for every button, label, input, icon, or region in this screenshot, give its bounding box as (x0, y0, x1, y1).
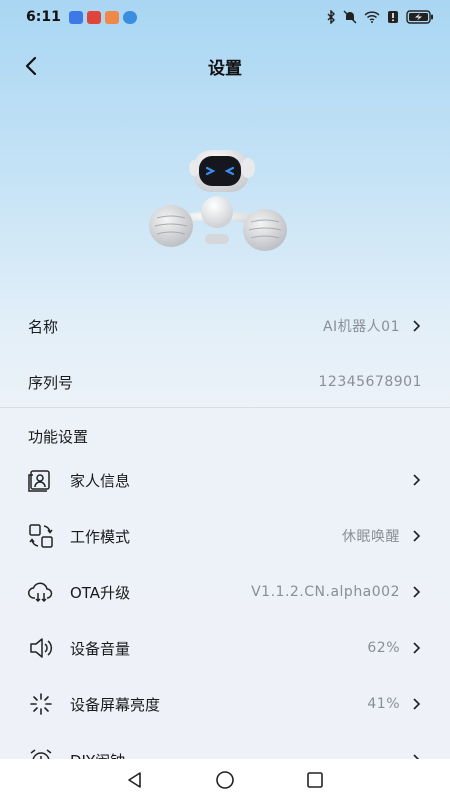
device-volume-row[interactable]: 设备音量 62% (0, 620, 450, 676)
app-notification-icon (104, 10, 119, 24)
device-volume-value: 62% (367, 640, 400, 656)
recents-square-icon[interactable] (306, 771, 324, 789)
app-notification-icon (68, 10, 83, 24)
screen-brightness-label: 设备屏幕亮度 (70, 695, 161, 714)
ota-upgrade-row[interactable]: OTA升级 V1.1.2.CN.alpha002 (0, 564, 450, 620)
speaker-icon (30, 638, 53, 658)
work-mode-value: 休眠唤醒 (342, 529, 400, 545)
shield-icon (122, 10, 137, 24)
family-info-label: 家人信息 (70, 471, 131, 490)
function-settings-title: 功能设置 (28, 428, 89, 446)
name-value: AI机器人01 (322, 319, 400, 335)
chevron-right-icon (413, 474, 421, 486)
chevron-right-icon (413, 530, 421, 542)
status-time: 6:11 (26, 9, 61, 25)
chevron-right-icon (413, 320, 421, 332)
family-info-icon (28, 470, 50, 492)
home-circle-icon[interactable] (215, 770, 235, 790)
cloud-download-icon (28, 582, 53, 603)
family-info-row[interactable]: 家人信息 (0, 452, 450, 508)
ota-version-value: V1.1.2.CN.alpha002 (251, 584, 400, 600)
bluetooth-icon (327, 10, 335, 24)
alert-icon (388, 11, 398, 23)
ota-upgrade-label: OTA升级 (70, 583, 131, 602)
screen-brightness-value: 41% (367, 696, 400, 712)
divider (0, 407, 450, 408)
name-row[interactable]: 名称 AI机器人01 (0, 298, 450, 354)
serial-number-row: 序列号 12345678901 (0, 354, 450, 410)
wifi-icon (364, 11, 380, 23)
brightness-icon (30, 693, 52, 715)
name-label: 名称 (28, 317, 59, 336)
system-nav-bar (0, 759, 450, 800)
chevron-right-icon (413, 586, 421, 598)
serial-number-value: 12345678901 (318, 374, 422, 390)
page-title: 设置 (208, 59, 242, 79)
back-triangle-icon[interactable] (126, 771, 144, 789)
serial-number-label: 序列号 (28, 373, 74, 392)
work-mode-row[interactable]: 工作模式 休眠唤醒 (0, 508, 450, 564)
mute-icon (343, 10, 357, 24)
chevron-right-icon (413, 642, 421, 654)
screen-brightness-row[interactable]: 设备屏幕亮度 41% (0, 676, 450, 732)
header: 设置 (0, 42, 450, 86)
battery-charging-icon (406, 10, 433, 24)
work-mode-label: 工作模式 (70, 527, 131, 546)
device-volume-label: 设备音量 (70, 639, 131, 658)
app-notification-icon (86, 10, 101, 24)
robot-image (149, 150, 287, 251)
chevron-right-icon (413, 698, 421, 710)
status-bar: 6:11 (0, 0, 450, 34)
work-mode-icon (29, 524, 53, 548)
